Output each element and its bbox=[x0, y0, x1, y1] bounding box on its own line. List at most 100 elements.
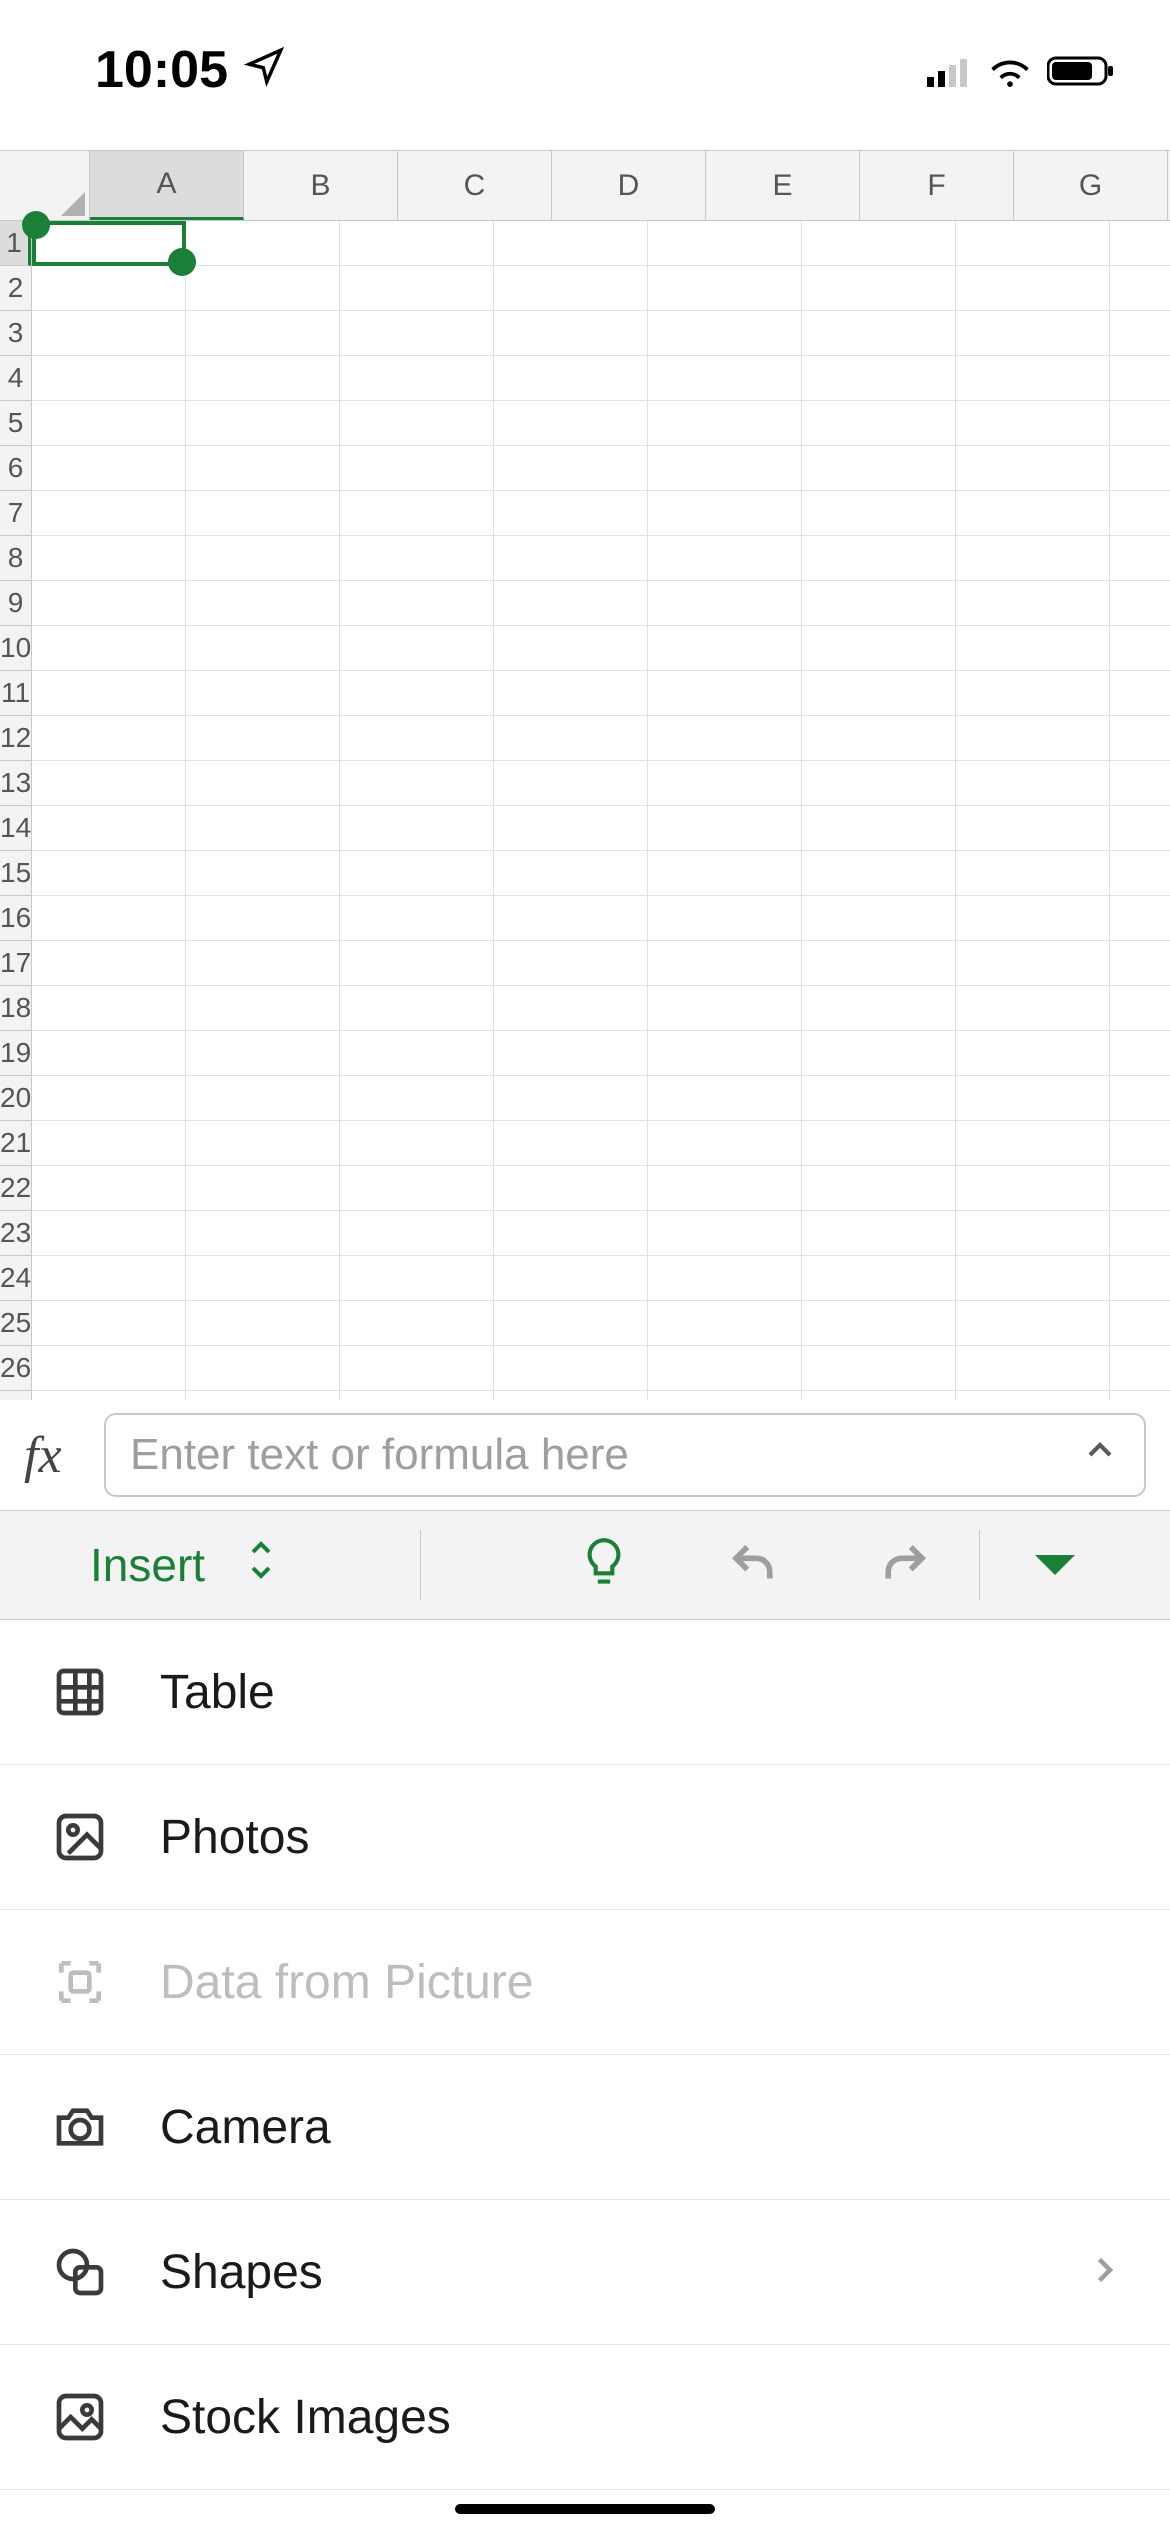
cell[interactable] bbox=[1110, 626, 1170, 671]
cell[interactable] bbox=[956, 1031, 1110, 1076]
cell[interactable] bbox=[802, 941, 956, 986]
cell[interactable] bbox=[956, 716, 1110, 761]
cell[interactable] bbox=[340, 1031, 494, 1076]
cell[interactable] bbox=[494, 1391, 648, 1400]
cell[interactable] bbox=[494, 896, 648, 941]
cell[interactable] bbox=[648, 1211, 802, 1256]
cell[interactable] bbox=[340, 761, 494, 806]
cell[interactable] bbox=[494, 671, 648, 716]
insert-menu-item-shapes[interactable]: Shapes bbox=[0, 2200, 1170, 2345]
cell[interactable] bbox=[802, 1391, 956, 1400]
row-header[interactable]: 6 bbox=[0, 446, 31, 491]
cell[interactable] bbox=[186, 356, 340, 401]
cell[interactable] bbox=[494, 806, 648, 851]
cell[interactable] bbox=[956, 1121, 1110, 1166]
cell[interactable] bbox=[648, 1166, 802, 1211]
cell[interactable] bbox=[340, 1121, 494, 1166]
cell[interactable] bbox=[802, 1211, 956, 1256]
cell[interactable] bbox=[340, 1391, 494, 1400]
cell[interactable] bbox=[648, 896, 802, 941]
cell[interactable] bbox=[494, 986, 648, 1031]
cell[interactable] bbox=[340, 446, 494, 491]
cell[interactable] bbox=[186, 671, 340, 716]
cell[interactable] bbox=[340, 1346, 494, 1391]
cell[interactable] bbox=[956, 1076, 1110, 1121]
cell[interactable] bbox=[648, 1121, 802, 1166]
cell[interactable] bbox=[494, 1031, 648, 1076]
insert-menu-item-camera[interactable]: Camera bbox=[0, 2055, 1170, 2200]
row-header[interactable]: 8 bbox=[0, 536, 31, 581]
redo-button[interactable] bbox=[829, 1538, 979, 1592]
cell[interactable] bbox=[802, 851, 956, 896]
cell[interactable] bbox=[494, 851, 648, 896]
cell[interactable] bbox=[648, 221, 802, 266]
row-header[interactable]: 5 bbox=[0, 401, 31, 446]
column-header-F[interactable]: F bbox=[860, 151, 1014, 220]
cell[interactable] bbox=[956, 941, 1110, 986]
cell[interactable] bbox=[1110, 311, 1170, 356]
cell[interactable] bbox=[186, 1256, 340, 1301]
cell[interactable] bbox=[32, 896, 186, 941]
row-header[interactable]: 1 bbox=[0, 221, 31, 266]
cell[interactable] bbox=[802, 221, 956, 266]
cell[interactable] bbox=[32, 356, 186, 401]
cell[interactable] bbox=[32, 716, 186, 761]
insert-menu-item-table[interactable]: Table bbox=[0, 1620, 1170, 1765]
cell[interactable] bbox=[340, 221, 494, 266]
cell[interactable] bbox=[494, 1211, 648, 1256]
cell[interactable] bbox=[956, 851, 1110, 896]
cell[interactable] bbox=[802, 761, 956, 806]
row-header[interactable]: 23 bbox=[0, 1211, 31, 1256]
cell[interactable] bbox=[494, 1256, 648, 1301]
row-header[interactable]: 12 bbox=[0, 716, 31, 761]
cell[interactable] bbox=[1110, 671, 1170, 716]
cell[interactable] bbox=[1110, 1121, 1170, 1166]
cell[interactable] bbox=[32, 626, 186, 671]
cell[interactable] bbox=[802, 1031, 956, 1076]
cell[interactable] bbox=[340, 1256, 494, 1301]
cell[interactable] bbox=[648, 401, 802, 446]
row-header[interactable]: 11 bbox=[0, 671, 31, 716]
cell[interactable] bbox=[956, 1256, 1110, 1301]
cell[interactable] bbox=[802, 356, 956, 401]
cell[interactable] bbox=[186, 401, 340, 446]
row-header[interactable]: 3 bbox=[0, 311, 31, 356]
cell[interactable] bbox=[32, 446, 186, 491]
column-header-G[interactable]: G bbox=[1014, 151, 1168, 220]
cell[interactable] bbox=[802, 581, 956, 626]
cell[interactable] bbox=[956, 986, 1110, 1031]
cell[interactable] bbox=[956, 491, 1110, 536]
cell[interactable] bbox=[802, 1256, 956, 1301]
cell[interactable] bbox=[494, 401, 648, 446]
ideas-button[interactable] bbox=[529, 1536, 679, 1594]
cell[interactable] bbox=[494, 446, 648, 491]
row-header[interactable]: 26 bbox=[0, 1346, 31, 1391]
cell[interactable] bbox=[802, 446, 956, 491]
cell[interactable] bbox=[802, 716, 956, 761]
cell[interactable] bbox=[802, 671, 956, 716]
cell[interactable] bbox=[32, 311, 186, 356]
cell[interactable] bbox=[494, 491, 648, 536]
cell[interactable] bbox=[340, 851, 494, 896]
cell[interactable] bbox=[956, 311, 1110, 356]
cell[interactable] bbox=[32, 851, 186, 896]
cell[interactable] bbox=[494, 1076, 648, 1121]
cell[interactable] bbox=[648, 761, 802, 806]
cell[interactable] bbox=[186, 1121, 340, 1166]
cell[interactable] bbox=[340, 716, 494, 761]
cell[interactable] bbox=[956, 626, 1110, 671]
row-header[interactable]: 2 bbox=[0, 266, 31, 311]
cell[interactable] bbox=[340, 941, 494, 986]
cell[interactable] bbox=[32, 1121, 186, 1166]
cell[interactable] bbox=[32, 1166, 186, 1211]
row-header[interactable]: 20 bbox=[0, 1076, 31, 1121]
cell[interactable] bbox=[1110, 581, 1170, 626]
cell[interactable] bbox=[956, 806, 1110, 851]
cell[interactable] bbox=[1110, 1301, 1170, 1346]
cell[interactable] bbox=[802, 1346, 956, 1391]
cell[interactable] bbox=[1110, 806, 1170, 851]
cell[interactable] bbox=[802, 626, 956, 671]
cell[interactable] bbox=[648, 626, 802, 671]
cell[interactable] bbox=[1110, 401, 1170, 446]
row-header[interactable]: 16 bbox=[0, 896, 31, 941]
